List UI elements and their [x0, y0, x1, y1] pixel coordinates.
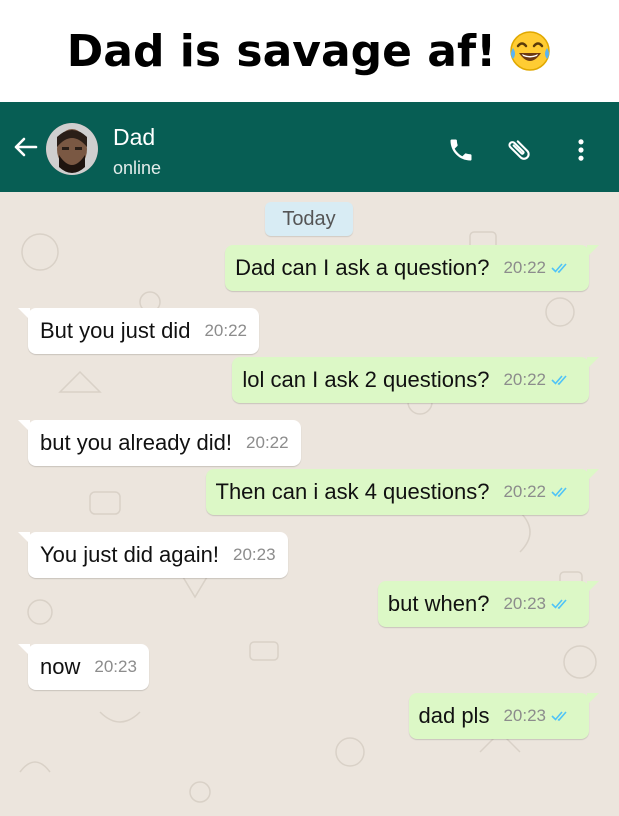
avatar[interactable]: [46, 123, 98, 175]
read-receipt-icon: [551, 375, 567, 385]
outgoing-message[interactable]: lol can I ask 2 questions? 20:22: [232, 357, 599, 403]
chat-area[interactable]: Today Dad can I ask a question? 20:22 But …: [0, 192, 619, 816]
message-text: Then can i ask 4 questions?: [215, 479, 490, 504]
read-receipt-icon: [551, 711, 567, 721]
read-receipt-icon: [551, 487, 567, 497]
message-text: Dad can I ask a question?: [235, 255, 490, 280]
outgoing-message[interactable]: Dad can I ask a question? 20:22: [225, 245, 599, 291]
outgoing-message[interactable]: Then can i ask 4 questions? 20:22: [205, 469, 599, 515]
contact-name[interactable]: Dad: [113, 124, 155, 151]
contact-status: online: [113, 158, 162, 178]
more-vert-icon[interactable]: [567, 136, 595, 164]
date-label: Today: [265, 202, 353, 236]
meme-caption: Dad is savage af!: [0, 0, 619, 102]
message-text: now: [40, 654, 81, 679]
message-time: 20:22: [503, 482, 546, 501]
outgoing-message[interactable]: dad pls 20:23: [408, 693, 599, 739]
message-time: 20:23: [503, 706, 546, 725]
incoming-message[interactable]: but you already did! 20:22: [18, 420, 301, 466]
message-text: but you already did!: [40, 430, 233, 455]
message-time: 20:22: [204, 321, 247, 340]
phone-icon[interactable]: [447, 136, 475, 164]
read-receipt-icon: [551, 599, 567, 609]
message-time: 20:22: [246, 433, 289, 452]
message-time: 20:23: [94, 657, 137, 676]
message-time: 20:22: [503, 258, 546, 277]
message-text: But you just did: [40, 318, 191, 343]
incoming-message[interactable]: now 20:23: [18, 644, 149, 690]
outgoing-message[interactable]: but when? 20:23: [377, 581, 600, 627]
read-receipt-icon: [551, 263, 567, 273]
incoming-message[interactable]: But you just did 20:22: [18, 308, 259, 354]
message-text: You just did again!: [40, 542, 219, 567]
message-time: 20:23: [503, 594, 546, 613]
caption-text: Dad is savage af!: [66, 25, 497, 77]
chat-header: Dad online: [0, 102, 619, 192]
paperclip-icon[interactable]: [505, 136, 533, 164]
message-text: lol can I ask 2 questions?: [242, 367, 490, 392]
incoming-message[interactable]: You just did again! 20:23: [18, 532, 288, 578]
back-arrow-icon[interactable]: [12, 134, 38, 160]
message-time: 20:23: [233, 545, 276, 564]
message-text: but when?: [387, 591, 490, 616]
tears-of-joy-emoji-icon: [508, 29, 552, 73]
message-time: 20:22: [503, 370, 546, 389]
message-text: dad pls: [418, 703, 490, 728]
